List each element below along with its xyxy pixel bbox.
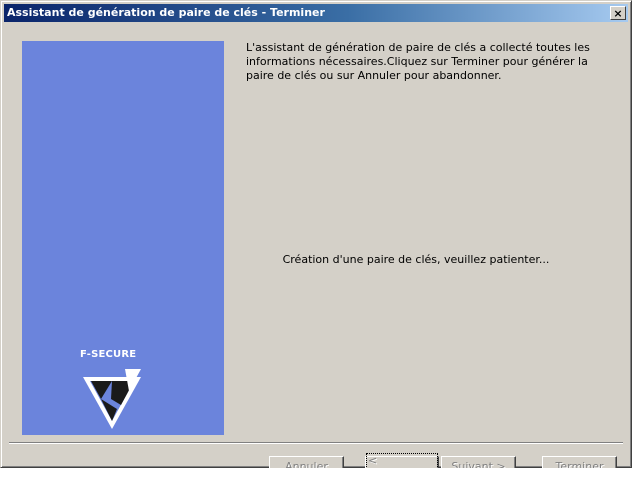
f-secure-logo-icon (83, 369, 141, 429)
logo-text: F-SECURE (80, 349, 137, 360)
window-title: Assistant de génération de paire de clés… (7, 6, 325, 19)
desktop-background (0, 468, 632, 495)
intro-text: L'assistant de génération de paire de cl… (246, 41, 590, 82)
wizard-window: Assistant de génération de paire de clés… (0, 0, 632, 481)
f-secure-logo: F-SECURE (74, 349, 174, 434)
wizard-side-panel: F-SECURE (22, 41, 224, 435)
title-bar[interactable]: Assistant de génération de paire de clés… (4, 4, 628, 22)
close-icon: × (613, 6, 623, 20)
button-separator (9, 442, 623, 444)
close-button[interactable]: × (610, 6, 626, 20)
status-message: Création d'une paire de clés, veuillez p… (282, 253, 550, 266)
